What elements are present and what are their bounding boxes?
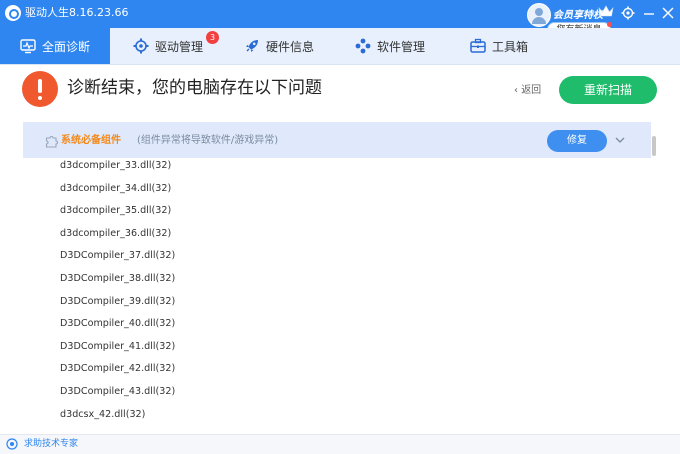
rocket-icon	[246, 40, 258, 52]
back-button[interactable]: ‹ 返回	[514, 84, 541, 98]
tab-label: 驱动管理	[155, 39, 204, 54]
notice-dot	[607, 22, 612, 27]
tab-driver-management[interactable]: 驱动管理	[133, 28, 203, 64]
driver-update-badge: 3	[206, 31, 219, 44]
list-item: D3DCompiler_42.dll(32)	[60, 363, 176, 375]
list-item: D3DCompiler_43.dll(32)	[60, 386, 176, 397]
group-description: (组件异常将导致软件/游戏异常)	[137, 135, 279, 146]
apps-icon	[355, 38, 371, 54]
list-item: D3DCompiler_39.dll(32)	[60, 295, 176, 307]
toolbox-icon	[470, 38, 486, 53]
help-expert-link[interactable]: 求助技术专家	[24, 438, 78, 451]
gear-icon	[133, 38, 149, 54]
group-title: 系统必备组件	[61, 135, 121, 146]
crown-icon	[598, 5, 614, 17]
list-item: D3DCompiler_37.dll(32)	[60, 250, 176, 262]
puzzle-icon	[45, 135, 59, 148]
tab-software-management[interactable]: 软件管理	[355, 28, 425, 64]
footer: 求助技术专家	[0, 434, 680, 454]
tab-full-diagnosis[interactable]: 全面诊断	[0, 28, 110, 64]
help-expert-icon	[6, 438, 18, 450]
tab-label: 全面诊断	[41, 39, 90, 54]
minimize-icon[interactable]	[642, 6, 656, 20]
close-icon[interactable]	[661, 6, 675, 20]
warning-icon	[22, 71, 58, 107]
rescan-button[interactable]: 重新扫描	[559, 76, 657, 104]
monitor-icon	[20, 39, 36, 54]
list-item: d3dcsx_42.dll(32)	[60, 408, 146, 420]
nav-bar: 全面诊断 驱动管理 3 硬件信息 软件管理 工具箱	[0, 28, 680, 65]
back-label: 返回	[521, 85, 542, 96]
repair-button[interactable]: 修复	[547, 130, 607, 152]
tab-hardware-info[interactable]: 硬件信息	[244, 28, 314, 64]
chevron-down-icon[interactable]	[614, 135, 626, 145]
list-item: d3dcompiler_35.dll(32)	[60, 205, 172, 217]
list-item: d3dcompiler_36.dll(32)	[60, 227, 172, 239]
app-logo-icon	[5, 5, 21, 21]
tab-label: 软件管理	[377, 39, 426, 54]
page-title: 诊断结束，您的电脑存在以下问题	[67, 78, 322, 98]
list-item: d3dcompiler_33.dll(32)	[60, 160, 172, 171]
tab-label: 工具箱	[492, 39, 529, 54]
issue-list[interactable]: 系统必备组件 (组件异常将导致软件/游戏异常) 修复 d3dcompiler_3…	[23, 122, 659, 432]
title-bar: 驱动人生8.16.23.66 会员享特权 您有新消息	[0, 0, 680, 37]
app-title: 驱动人生8.16.23.66	[25, 6, 129, 19]
list-item: d3dcompiler_34.dll(32)	[60, 182, 172, 194]
vip-label[interactable]: 会员享特权	[553, 6, 603, 21]
tab-toolbox[interactable]: 工具箱	[470, 28, 528, 64]
user-avatar[interactable]	[527, 3, 551, 27]
settings-icon[interactable]	[621, 6, 635, 20]
list-item: D3DCompiler_41.dll(32)	[60, 340, 176, 352]
list-item: D3DCompiler_40.dll(32)	[60, 318, 176, 330]
scrollbar-thumb[interactable]	[652, 136, 656, 156]
list-item: D3DCompiler_38.dll(32)	[60, 273, 176, 284]
tab-label: 硬件信息	[266, 39, 315, 54]
group-header[interactable]: 系统必备组件 (组件异常将导致软件/游戏异常) 修复	[23, 122, 651, 158]
